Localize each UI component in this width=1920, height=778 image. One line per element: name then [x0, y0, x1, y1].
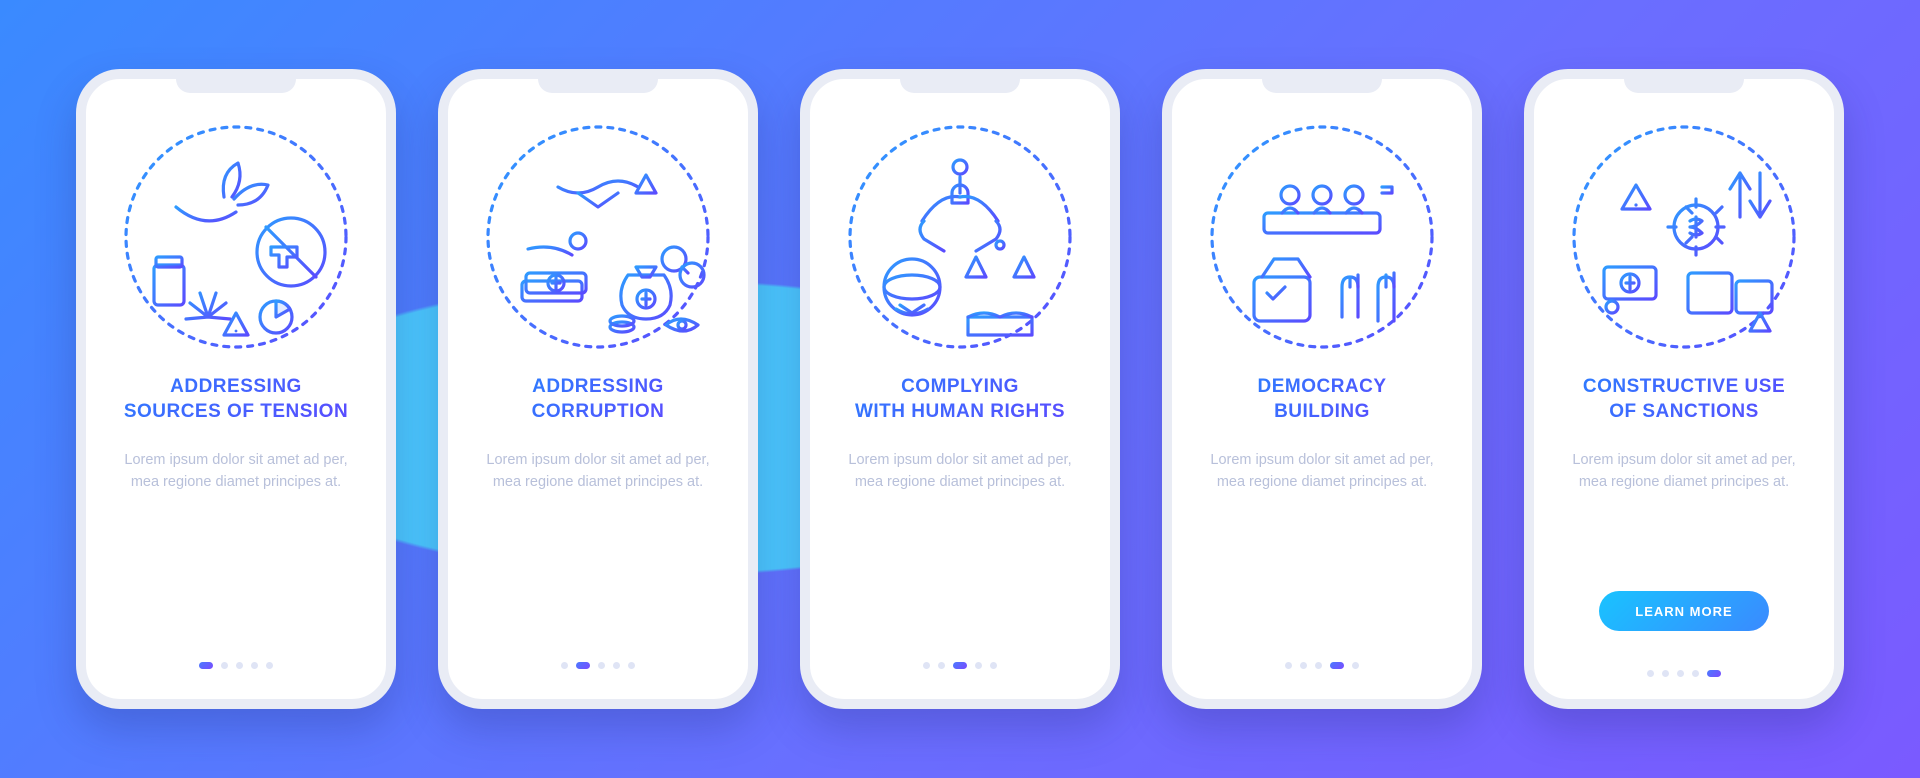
dot-2[interactable]: [576, 662, 590, 669]
screen-title: DEMOCRACY BUILDING: [1257, 375, 1386, 425]
dot-1[interactable]: [199, 662, 213, 669]
screen-title: ADDRESSING CORRUPTION: [532, 375, 665, 425]
screen-body: Lorem ipsum dolor sit amet ad per, mea r…: [472, 449, 724, 494]
dot-4[interactable]: [613, 662, 620, 669]
phone-notch: [1624, 77, 1744, 93]
dot-1[interactable]: [1285, 662, 1292, 669]
screen-body: Lorem ipsum dolor sit amet ad per, mea r…: [1558, 449, 1810, 494]
dot-1[interactable]: [1647, 670, 1654, 677]
onboarding-screen-4: DEMOCRACY BUILDING Lorem ipsum dolor sit…: [1162, 69, 1482, 709]
phone-notch: [1262, 77, 1382, 93]
learn-more-button[interactable]: LEARN MORE: [1599, 591, 1769, 631]
dot-5[interactable]: [1707, 670, 1721, 677]
dot-1[interactable]: [561, 662, 568, 669]
dot-4[interactable]: [1330, 662, 1344, 669]
screen-body: Lorem ipsum dolor sit amet ad per, mea r…: [834, 449, 1086, 494]
onboarding-screen-1: ADDRESSING SOURCES OF TENSION Lorem ipsu…: [76, 69, 396, 709]
screen-title: ADDRESSING SOURCES OF TENSION: [124, 375, 348, 425]
tension-icon: [116, 117, 356, 357]
corruption-icon: [478, 117, 718, 357]
democracy-icon: [1202, 117, 1442, 357]
dot-2[interactable]: [1662, 670, 1669, 677]
phone-notch: [900, 77, 1020, 93]
onboarding-screen-3: COMPLYING WITH HUMAN RIGHTS Lorem ipsum …: [800, 69, 1120, 709]
phone-notch: [538, 77, 658, 93]
dot-2[interactable]: [1300, 662, 1307, 669]
page-indicator[interactable]: [923, 662, 997, 669]
dot-3[interactable]: [598, 662, 605, 669]
dot-5[interactable]: [1352, 662, 1359, 669]
screen-body: Lorem ipsum dolor sit amet ad per, mea r…: [1196, 449, 1448, 494]
dot-2[interactable]: [938, 662, 945, 669]
onboarding-screen-5: CONSTRUCTIVE USE OF SANCTIONS Lorem ipsu…: [1524, 69, 1844, 709]
dot-1[interactable]: [923, 662, 930, 669]
dot-5[interactable]: [266, 662, 273, 669]
dot-5[interactable]: [990, 662, 997, 669]
dot-3[interactable]: [236, 662, 243, 669]
dot-4[interactable]: [1692, 670, 1699, 677]
page-indicator[interactable]: [1285, 662, 1359, 669]
screen-body: Lorem ipsum dolor sit amet ad per, mea r…: [110, 449, 362, 494]
sanctions-icon: [1564, 117, 1804, 357]
dot-5[interactable]: [628, 662, 635, 669]
phone-notch: [176, 77, 296, 93]
screen-title: COMPLYING WITH HUMAN RIGHTS: [855, 375, 1065, 425]
dot-2[interactable]: [221, 662, 228, 669]
onboarding-screen-2: ADDRESSING CORRUPTION Lorem ipsum dolor …: [438, 69, 758, 709]
dot-3[interactable]: [1315, 662, 1322, 669]
page-indicator[interactable]: [1647, 670, 1721, 677]
human-rights-icon: [840, 117, 1080, 357]
dot-3[interactable]: [953, 662, 967, 669]
page-indicator[interactable]: [199, 662, 273, 669]
screen-title: CONSTRUCTIVE USE OF SANCTIONS: [1583, 375, 1785, 425]
page-indicator[interactable]: [561, 662, 635, 669]
dot-3[interactable]: [1677, 670, 1684, 677]
dot-4[interactable]: [251, 662, 258, 669]
dot-4[interactable]: [975, 662, 982, 669]
